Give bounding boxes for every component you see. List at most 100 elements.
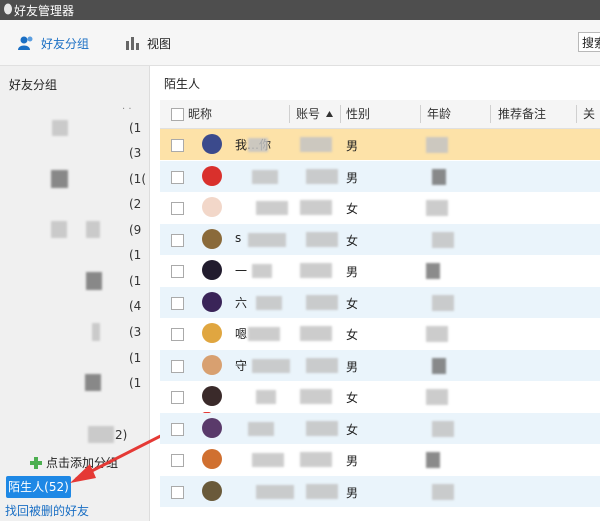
avatar <box>202 134 222 154</box>
select-all-checkbox[interactable] <box>171 108 184 121</box>
account-redacted <box>306 420 338 436</box>
row-checkbox[interactable] <box>171 454 184 467</box>
age-redacted <box>426 452 440 468</box>
row-checkbox[interactable] <box>171 359 184 373</box>
recover-deleted-friends-link[interactable]: 找回被删的好友 <box>5 502 89 519</box>
friends-table: 昵称 账号 性别 年龄 推荐备注 关注 我…你男男女s女一男六女嗯女守男女女男男 <box>160 100 600 521</box>
column-age[interactable]: 年龄 <box>427 100 451 128</box>
nickname-redacted <box>256 390 276 404</box>
sort-ascending-icon <box>326 111 333 117</box>
gender: 女 <box>346 296 359 311</box>
group-row[interactable]: (3 <box>0 320 150 345</box>
row-checkbox[interactable] <box>171 485 184 499</box>
gender: 男 <box>346 265 359 279</box>
nickname-redacted <box>248 421 274 436</box>
qq-penguin-icon <box>4 3 12 15</box>
group-row[interactable]: (4 <box>0 294 150 319</box>
gender: 女 <box>346 391 359 405</box>
table-row[interactable]: 我…你男 <box>160 129 600 160</box>
avatar <box>202 480 222 501</box>
toolbar: 好友分组 视图 搜索 <box>0 20 600 66</box>
bar-chart-icon <box>126 37 139 50</box>
table-row[interactable]: 女 <box>160 192 600 223</box>
avatar <box>202 260 222 280</box>
row-checkbox[interactable] <box>171 422 184 436</box>
table-row[interactable]: 男 <box>160 160 600 192</box>
view-tab-button[interactable]: 视图 <box>124 33 171 53</box>
row-checkbox[interactable] <box>171 139 184 152</box>
window-titlebar: 好友管理器 <box>0 0 600 20</box>
age-redacted <box>426 263 440 279</box>
nickname: s <box>235 230 242 245</box>
group-row[interactable]: (1 <box>0 243 150 268</box>
row-checkbox[interactable] <box>171 296 184 310</box>
table-row[interactable]: 一男 <box>160 255 600 286</box>
group-row[interactable]: (1( <box>0 167 150 192</box>
group-count: (4 <box>129 299 142 313</box>
gender: 女 <box>346 233 359 248</box>
gender: 男 <box>346 485 359 500</box>
row-checkbox[interactable] <box>171 328 184 341</box>
gender: 男 <box>346 170 359 185</box>
plus-icon <box>30 456 42 469</box>
table-row[interactable]: 守男 <box>160 349 600 381</box>
group-row[interactable]: (9 <box>0 218 150 243</box>
friends-group-icon <box>18 36 33 50</box>
column-recommend-note[interactable]: 推荐备注 <box>498 100 546 128</box>
avatar <box>202 323 222 343</box>
column-account[interactable]: 账号 <box>296 100 320 128</box>
window-title: 好友管理器 <box>14 4 75 18</box>
group-name-redacted <box>51 221 67 238</box>
search-input[interactable]: 搜索 <box>578 32 600 52</box>
group-row[interactable]: (3 <box>0 141 150 166</box>
nickname: 六 <box>235 295 248 310</box>
nickname-redacted <box>256 295 282 310</box>
group-row[interactable]: (1 <box>0 346 150 371</box>
gender: 男 <box>346 139 359 153</box>
age-redacted <box>426 200 448 216</box>
table-row[interactable]: 男 <box>160 475 600 507</box>
table-header: 昵称 账号 性别 年龄 推荐备注 关注 <box>160 100 600 149</box>
groups-tab-label: 好友分组 <box>41 36 90 51</box>
table-row[interactable]: s女 <box>160 223 600 255</box>
account-redacted <box>300 452 332 467</box>
gender: 男 <box>346 359 359 374</box>
groups-tab-button[interactable]: 好友分组 <box>18 33 89 53</box>
group-row[interactable]: (1 <box>0 269 150 294</box>
group-count: (1 <box>129 121 142 135</box>
avatar <box>202 386 222 406</box>
table-row[interactable]: 女 <box>160 381 600 412</box>
age-redacted <box>432 168 446 185</box>
column-gender[interactable]: 性别 <box>346 100 370 128</box>
account-redacted <box>306 231 338 247</box>
sidebar-ellipsis: . . <box>122 101 132 112</box>
column-nickname[interactable]: 昵称 <box>188 100 212 128</box>
row-checkbox[interactable] <box>171 202 184 215</box>
view-tab-label: 视图 <box>147 36 172 51</box>
account-redacted <box>300 263 332 278</box>
group-row[interactable]: (1 <box>0 116 150 141</box>
group-count: (1 <box>129 351 142 365</box>
group-count: (3 <box>129 325 142 339</box>
row-checkbox[interactable] <box>171 170 184 184</box>
nickname-redacted <box>252 169 278 184</box>
nickname: 守 <box>235 358 248 373</box>
row-checkbox[interactable] <box>171 265 184 278</box>
sidebar-header: 好友分组 <box>9 78 58 92</box>
avatar <box>202 165 222 186</box>
account-redacted <box>306 168 338 184</box>
gender: 男 <box>346 454 359 468</box>
column-follow[interactable]: 关注 <box>583 100 600 149</box>
table-row[interactable]: 女 <box>160 412 600 444</box>
age-redacted <box>432 483 454 500</box>
nickname-redacted <box>248 327 280 341</box>
row-checkbox[interactable] <box>171 233 184 247</box>
table-row[interactable]: 嗯女 <box>160 318 600 349</box>
row-checkbox[interactable] <box>171 391 184 404</box>
table-row[interactable]: 男 <box>160 444 600 475</box>
group-name-redacted <box>51 170 68 188</box>
table-row[interactable]: 六女 <box>160 286 600 318</box>
group-row[interactable]: (2 <box>0 192 150 217</box>
account-redacted <box>306 294 338 310</box>
nickname-redacted <box>252 264 272 278</box>
